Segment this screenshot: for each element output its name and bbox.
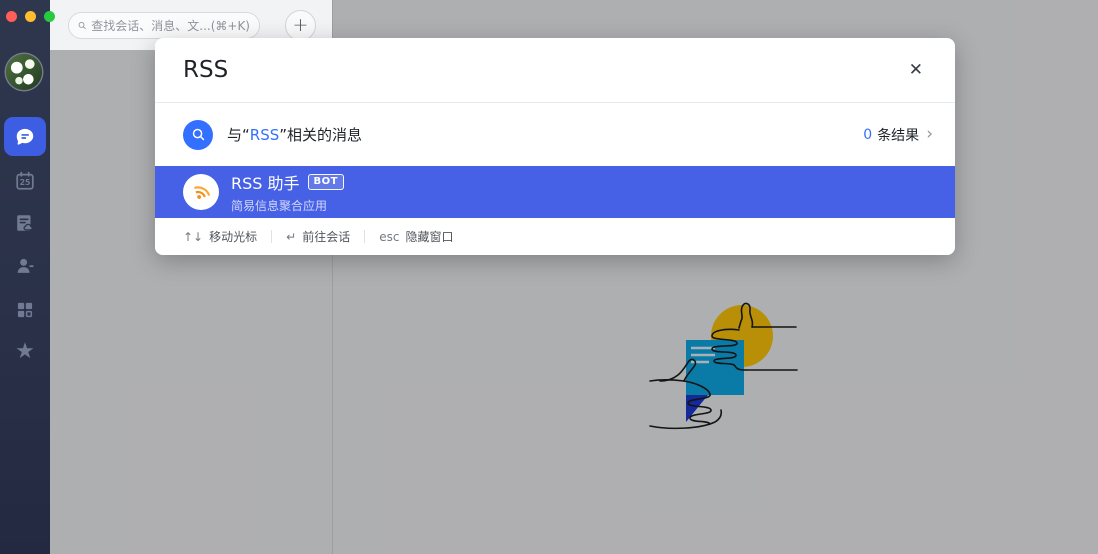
bot-badge: BOT (307, 174, 344, 190)
sidebar: 25 ★ (0, 0, 55, 554)
sidebar-item-messages[interactable] (4, 117, 46, 156)
rss-bot-avatar (183, 174, 219, 210)
star-icon: ★ (15, 339, 35, 364)
arrow-keys-icon: ↑↓ (183, 229, 204, 244)
search-icon (78, 22, 86, 30)
search-modal: ✕ 与“RSS”相关的消息 0 条结果 › (155, 38, 955, 255)
calendar-day-number: 25 (20, 178, 31, 187)
search-query-input[interactable] (183, 57, 901, 83)
close-window-button[interactable] (6, 11, 17, 22)
calendar-icon: 25 (16, 171, 34, 190)
result-count-label: 条结果 (877, 127, 920, 144)
result-count-number: 0 (863, 126, 873, 143)
window-controls (6, 11, 55, 22)
hint-hide-window: esc 隐藏窗口 (379, 228, 453, 245)
hint-divider (271, 230, 273, 243)
enter-key-icon: ↵ (286, 229, 297, 244)
workplace-grid-icon (17, 302, 33, 318)
sidebar-item-workplace[interactable] (0, 290, 50, 330)
message-search-icon (183, 119, 213, 150)
chevron-right-icon: › (926, 124, 933, 144)
sidebar-item-contacts[interactable] (0, 246, 50, 286)
search-result-messages-row[interactable]: 与“RSS”相关的消息 0 条结果 › (155, 103, 955, 166)
label-keyword: RSS (249, 126, 280, 144)
label-prefix: 与“ (227, 126, 250, 144)
new-chat-button[interactable]: + (285, 10, 316, 41)
hint-label: 前往会话 (302, 230, 351, 244)
bot-info: RSS 助手 BOT 简易信息聚合应用 (231, 170, 344, 214)
esc-key-label: esc (379, 229, 400, 244)
bot-name: RSS 助手 (231, 174, 300, 193)
close-icon[interactable]: ✕ (901, 58, 931, 83)
bot-description: 简易信息聚合应用 (231, 199, 328, 213)
hint-divider (364, 230, 366, 243)
label-suffix: ”相关的消息 (279, 126, 363, 144)
quick-search-input[interactable]: 查找会话、消息、文... (⌘+K) (68, 12, 260, 39)
hint-label: 隐藏窗口 (405, 230, 454, 244)
related-messages-label: 与“RSS”相关的消息 (227, 124, 362, 145)
hint-go-to-chat: ↵ 前往会话 (286, 228, 350, 245)
sidebar-item-favorites[interactable]: ★ (0, 332, 50, 372)
search-modal-header: ✕ (155, 38, 955, 103)
docs-icon (17, 215, 33, 231)
search-modal-footer: ↑↓ 移动光标 ↵ 前往会话 esc 隐藏窗口 (155, 218, 955, 255)
zoom-window-button[interactable] (44, 11, 55, 22)
quick-search-placeholder: 查找会话、消息、文... (91, 19, 211, 33)
sidebar-item-docs[interactable] (0, 203, 50, 243)
result-count: 0 条结果 › (863, 125, 933, 145)
user-avatar[interactable] (6, 54, 42, 90)
minimize-window-button[interactable] (25, 11, 36, 22)
hint-move-cursor: ↑↓ 移动光标 (183, 228, 257, 245)
rss-icon (194, 186, 211, 199)
chat-bubble-icon (16, 128, 34, 145)
hint-label: 移动光标 (209, 230, 258, 244)
search-result-bot-row[interactable]: RSS 助手 BOT 简易信息聚合应用 (155, 166, 955, 218)
contacts-icon (17, 258, 34, 273)
quick-search-shortcut: (⌘+K) (210, 18, 250, 33)
sidebar-item-calendar[interactable]: 25 (0, 161, 50, 201)
